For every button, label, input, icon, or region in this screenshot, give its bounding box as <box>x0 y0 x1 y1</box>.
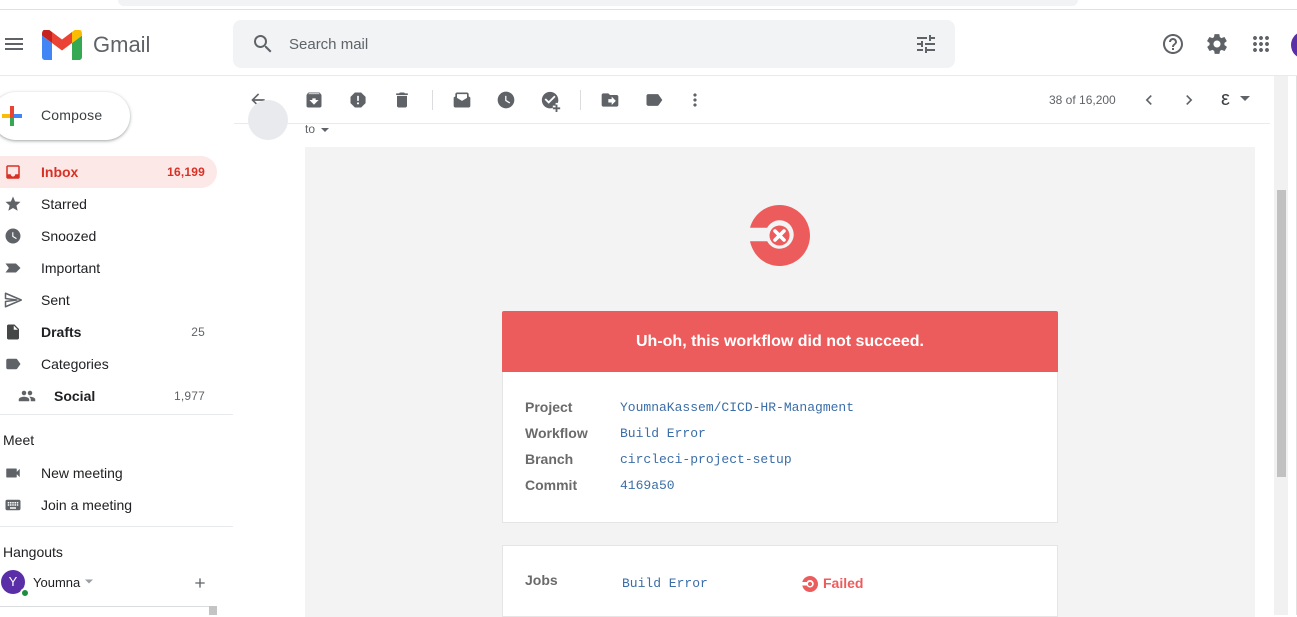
pagination-text: 38 of 16,200 <box>1049 93 1116 107</box>
sidebar-item-label: Snoozed <box>41 228 97 244</box>
sidebar-item-social[interactable]: Social 1,977 <box>0 380 217 412</box>
chevron-down-icon[interactable] <box>321 127 330 132</box>
workflow-link[interactable]: Build Error <box>620 426 706 441</box>
draft-count: 25 <box>191 325 205 339</box>
chevron-down-icon[interactable] <box>85 579 93 584</box>
gmail-logo[interactable] <box>42 30 82 60</box>
sidebar-item-label: Inbox <box>41 164 79 180</box>
chevron-down-icon[interactable] <box>1240 96 1250 101</box>
meet-section-title: Meet <box>3 432 35 448</box>
job-status-badge: Failed <box>823 575 864 591</box>
hangouts-user-name[interactable]: Youmna <box>33 575 80 590</box>
newer-chevron-left-icon[interactable] <box>1139 90 1159 110</box>
draft-icon <box>4 323 22 341</box>
gmail-wordmark: Gmail <box>93 32 151 57</box>
meet-new-meeting[interactable]: New meeting <box>0 457 217 489</box>
sidebar-item-label: Important <box>41 260 101 276</box>
sidebar-divider <box>0 414 233 415</box>
help-icon[interactable] <box>1161 32 1185 56</box>
meet-item-label: New meeting <box>41 465 123 481</box>
sidebar-item-sent[interactable]: Sent <box>0 284 217 316</box>
older-chevron-right-icon[interactable] <box>1179 90 1199 110</box>
hangouts-scrollbar[interactable] <box>209 606 217 615</box>
sidebar-item-label: Social <box>54 388 96 404</box>
browser-top-strip <box>0 0 1297 10</box>
recipients-row[interactable]: to <box>305 122 330 136</box>
compose-plus-icon <box>0 104 24 128</box>
failed-status-icon <box>802 576 818 592</box>
sender-avatar <box>248 100 288 140</box>
to-label: to <box>305 122 316 136</box>
detail-label: Workflow <box>525 425 588 441</box>
report-spam-icon[interactable] <box>348 90 368 110</box>
star-icon <box>4 195 22 213</box>
send-icon <box>4 291 22 309</box>
detail-label: Project <box>525 399 573 415</box>
project-link[interactable]: YoumnaKassem/CICD-HR-Managment <box>620 400 854 415</box>
add-to-tasks-icon[interactable] <box>540 90 562 112</box>
commit-link[interactable]: 4169a50 <box>620 478 675 493</box>
sidebar-item-drafts[interactable]: Drafts 25 <box>0 316 217 348</box>
search-icon[interactable] <box>251 32 275 56</box>
gmail-m-icon <box>42 30 82 60</box>
sidebar-item-important[interactable]: Important <box>0 252 217 284</box>
sidebar-item-categories[interactable]: Categories <box>0 348 217 380</box>
label-icon <box>4 355 22 373</box>
meet-join-meeting[interactable]: Join a meeting <box>0 489 217 521</box>
toolbar-divider <box>432 90 433 110</box>
sidebar-item-inbox[interactable]: Inbox 16,199 <box>0 156 217 188</box>
account-avatar[interactable] <box>1291 31 1297 59</box>
message-scrollbar-thumb[interactable] <box>1277 190 1286 477</box>
jobs-card: Jobs Build Error Failed <box>502 545 1058 617</box>
social-count: 1,977 <box>173 389 205 403</box>
online-status-dot <box>20 588 30 598</box>
compose-button[interactable]: Compose <box>0 92 130 140</box>
workflow-details-card: Project YoumnaKassem/CICD-HR-Managment W… <box>502 372 1058 523</box>
gmail-header: Gmail <box>0 10 1297 76</box>
sidebar-item-label: Drafts <box>41 324 82 340</box>
more-vert-icon[interactable] <box>685 90 705 110</box>
mark-unread-icon[interactable] <box>452 90 472 110</box>
detail-label: Commit <box>525 477 578 493</box>
workflow-failed-banner: Uh-oh, this workflow did not succeed. <box>502 311 1058 373</box>
hangouts-section-title: Hangouts <box>3 544 63 560</box>
sidebar-item-label: Starred <box>41 196 87 212</box>
search-options-icon[interactable] <box>914 32 938 56</box>
search-input[interactable] <box>289 32 849 56</box>
address-bar-edge[interactable] <box>118 0 1078 6</box>
search-bar <box>233 20 955 68</box>
circleci-fail-icon <box>749 205 810 266</box>
move-to-icon[interactable] <box>600 90 620 110</box>
branch-link[interactable]: circleci-project-setup <box>620 452 792 467</box>
sidebar-item-starred[interactable]: Starred <box>0 188 217 220</box>
archive-icon[interactable] <box>304 90 324 110</box>
add-hangout-icon[interactable] <box>192 575 208 591</box>
keyboard-icon <box>4 496 22 514</box>
sidebar-divider <box>0 526 233 527</box>
main-menu-button[interactable] <box>2 32 26 56</box>
input-tools-button[interactable]: ε <box>1221 88 1230 111</box>
meet-item-label: Join a meeting <box>41 497 133 513</box>
snooze-clock-icon[interactable] <box>496 90 516 110</box>
people-icon <box>17 387 37 405</box>
jobs-label: Jobs <box>525 572 558 588</box>
settings-gear-icon[interactable] <box>1205 32 1229 56</box>
label-as-icon[interactable] <box>644 90 664 110</box>
compose-label: Compose <box>41 107 103 123</box>
sidebar-item-label: Sent <box>41 292 70 308</box>
inbox-icon <box>4 163 22 181</box>
apps-grid-icon[interactable] <box>1249 32 1273 56</box>
delete-icon[interactable] <box>392 90 412 110</box>
video-icon <box>4 464 22 482</box>
sidebar-item-snoozed[interactable]: Snoozed <box>0 220 217 252</box>
job-link[interactable]: Build Error <box>622 576 708 591</box>
clock-icon <box>4 227 22 245</box>
message-toolbar: 38 of 16,200 ε <box>234 76 1270 124</box>
sidebar-item-label: Categories <box>41 356 109 372</box>
unread-count: 16,199 <box>167 165 205 179</box>
hamburger-icon <box>5 38 23 50</box>
detail-label: Branch <box>525 451 574 467</box>
important-icon <box>4 259 22 277</box>
toolbar-divider <box>580 90 581 110</box>
